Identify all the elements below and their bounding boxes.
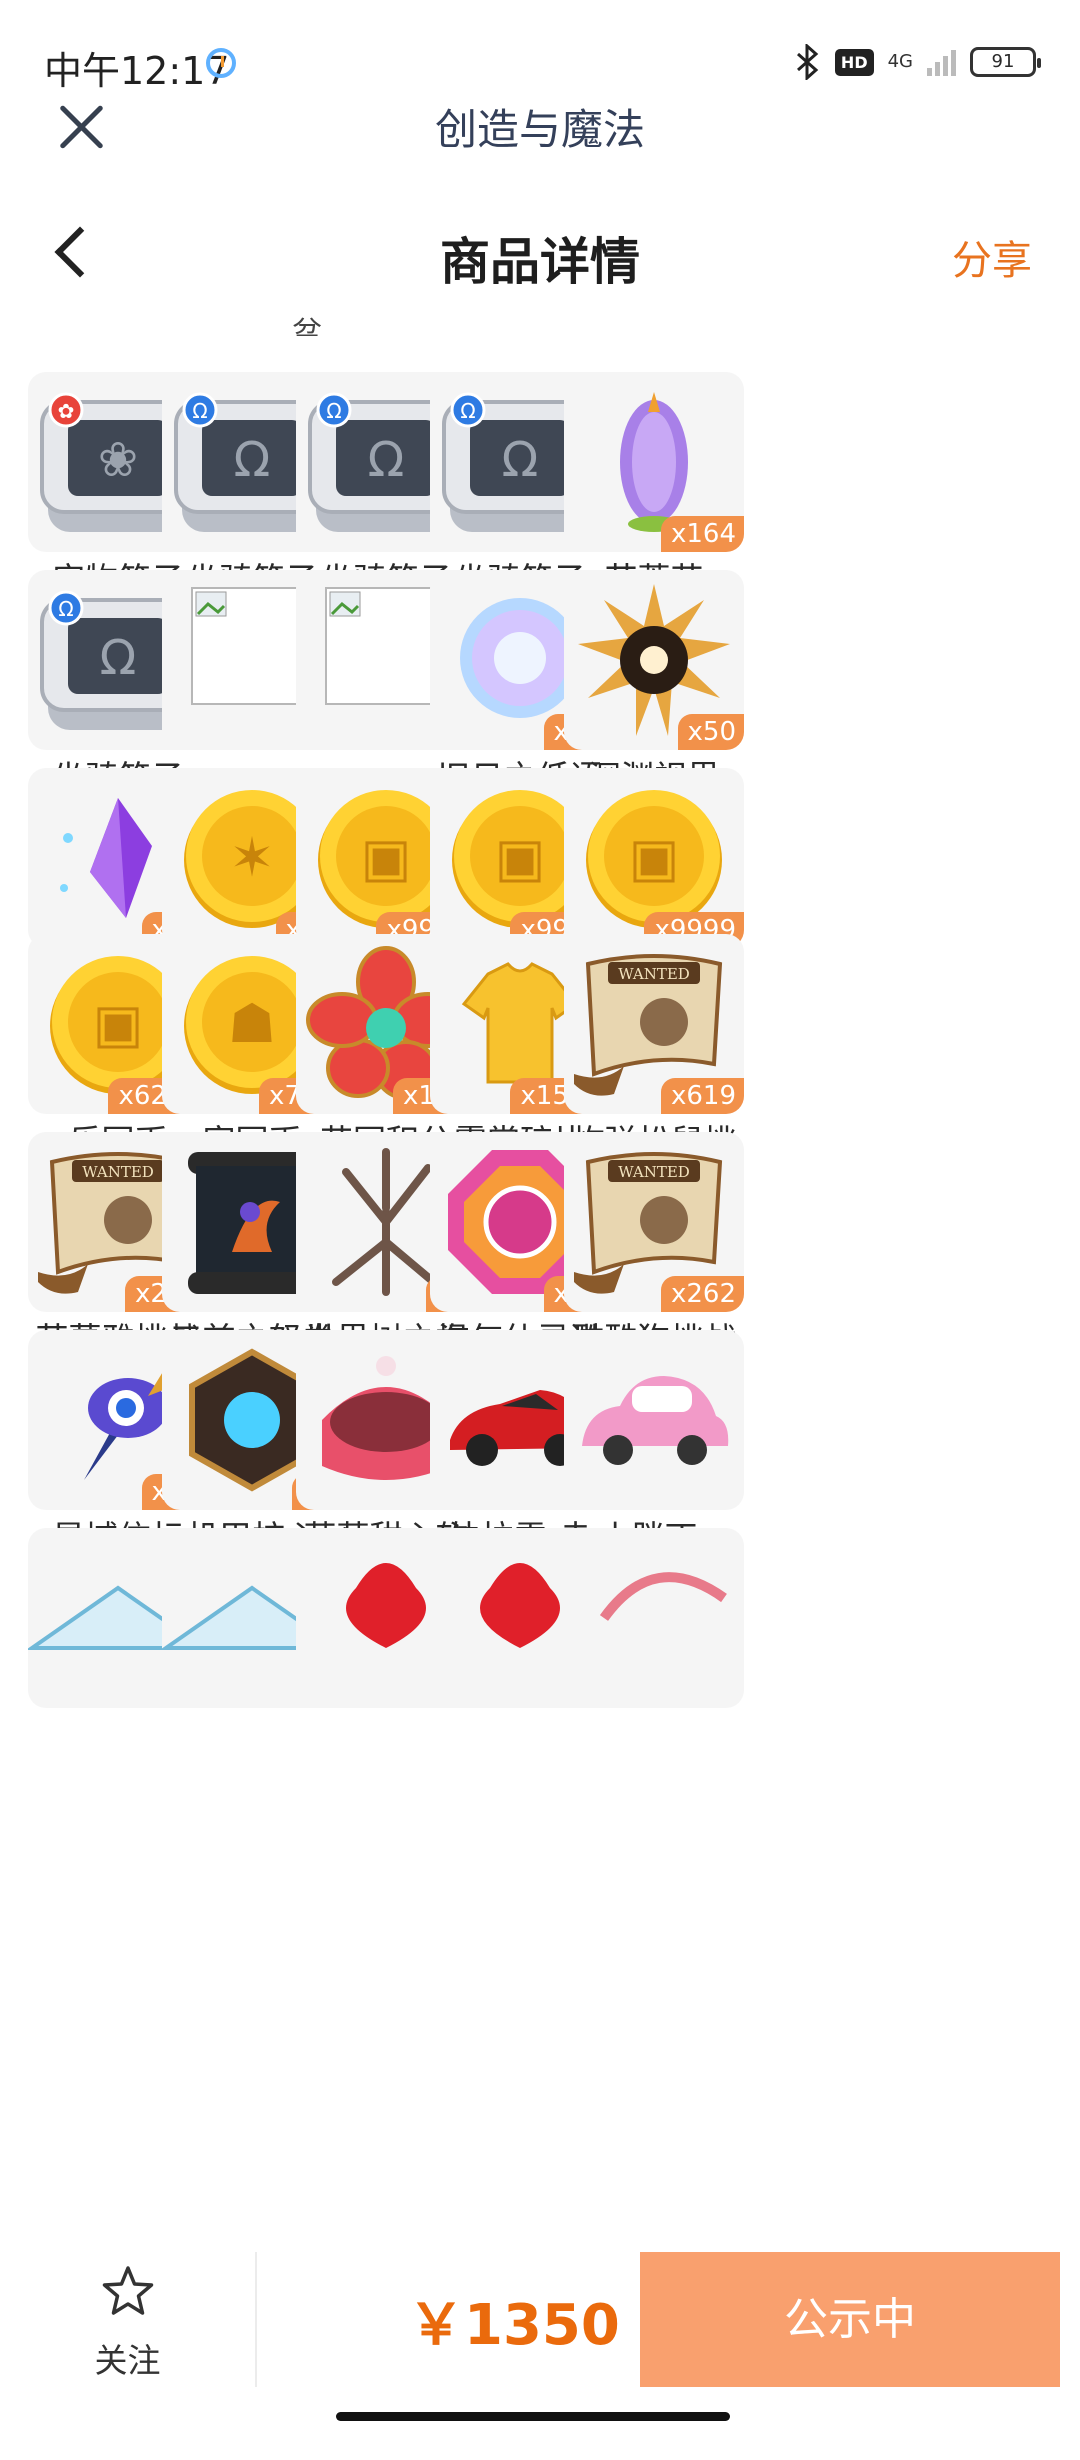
item-tile[interactable] bbox=[564, 1330, 744, 1510]
svg-text:☗: ☗ bbox=[228, 992, 276, 1055]
svg-text:Ω: Ω bbox=[368, 432, 405, 488]
quantity-badge: x262 bbox=[660, 1276, 744, 1312]
svg-text:Ω: Ω bbox=[58, 597, 73, 621]
nav-bar: 商品详情 分享 bbox=[0, 200, 1080, 310]
app-title: 创造与魔法 bbox=[434, 105, 645, 154]
star-icon bbox=[102, 2266, 154, 2315]
svg-text:❀: ❀ bbox=[98, 432, 138, 488]
quantity-badge: x164 bbox=[660, 516, 744, 552]
item-cell[interactable] bbox=[564, 1528, 744, 1708]
follow-button[interactable]: 关注 bbox=[0, 2252, 255, 2387]
svg-text:WANTED: WANTED bbox=[618, 965, 690, 983]
follow-label: 关注 bbox=[94, 2341, 161, 2380]
battery-icon: 91 bbox=[970, 47, 1041, 77]
alarm-icon bbox=[206, 48, 236, 78]
price: ￥1350 bbox=[408, 2293, 620, 2358]
quantity-badge: x50 bbox=[677, 714, 744, 750]
svg-text:Ω: Ω bbox=[192, 399, 207, 423]
svg-text:WANTED: WANTED bbox=[82, 1163, 154, 1181]
clipped-item-label: 盆 bbox=[292, 300, 322, 336]
svg-text:WANTED: WANTED bbox=[618, 1163, 690, 1181]
home-indicator[interactable] bbox=[336, 2412, 730, 2421]
svg-text:▣: ▣ bbox=[92, 992, 143, 1055]
svg-text:Ω: Ω bbox=[234, 432, 271, 488]
network-type: 4G bbox=[887, 51, 913, 72]
svg-text:▣: ▣ bbox=[628, 826, 679, 889]
svg-text:✿: ✿ bbox=[58, 399, 75, 423]
item-tile[interactable] bbox=[564, 1528, 744, 1708]
page-title: 商品详情 bbox=[440, 233, 640, 291]
battery-level: 91 bbox=[991, 51, 1015, 72]
clipped-item-label-text: 盆 bbox=[292, 316, 322, 336]
item-tile[interactable]: WANTED x262 bbox=[564, 1132, 744, 1312]
svg-text:▣: ▣ bbox=[494, 826, 545, 889]
svg-text:Ω: Ω bbox=[100, 630, 137, 686]
signal-icon bbox=[927, 48, 956, 76]
item-tile[interactable]: WANTED x619 bbox=[564, 934, 744, 1114]
divider bbox=[255, 2252, 257, 2387]
hd-icon: HD bbox=[834, 48, 874, 76]
svg-text:Ω: Ω bbox=[460, 399, 475, 423]
bottom-bar: 关注 ￥1350 公示中 bbox=[0, 2252, 1080, 2387]
item-tile[interactable]: x164 bbox=[564, 372, 744, 552]
quantity-badge: x619 bbox=[660, 1078, 744, 1114]
svg-text:▣: ▣ bbox=[360, 826, 411, 889]
item-tile[interactable]: ▣ x9999 bbox=[564, 768, 744, 948]
item-tile[interactable]: x50 bbox=[564, 570, 744, 750]
status-time: 中午12:17 bbox=[44, 49, 230, 93]
share-button[interactable]: 分享 bbox=[952, 228, 1032, 286]
publicity-button[interactable]: 公示中 bbox=[640, 2252, 1060, 2387]
item-grid: ❀ ✿ 宠物笼子 (满) Ω Ω 坐骑笼子 (满) Ω Ω 坐骑笼子 (满) Ω… bbox=[28, 372, 1052, 2232]
svg-text:✶: ✶ bbox=[229, 826, 274, 889]
bluetooth-icon bbox=[796, 44, 819, 80]
svg-text:Ω: Ω bbox=[502, 432, 539, 488]
svg-text:Ω: Ω bbox=[326, 399, 341, 423]
